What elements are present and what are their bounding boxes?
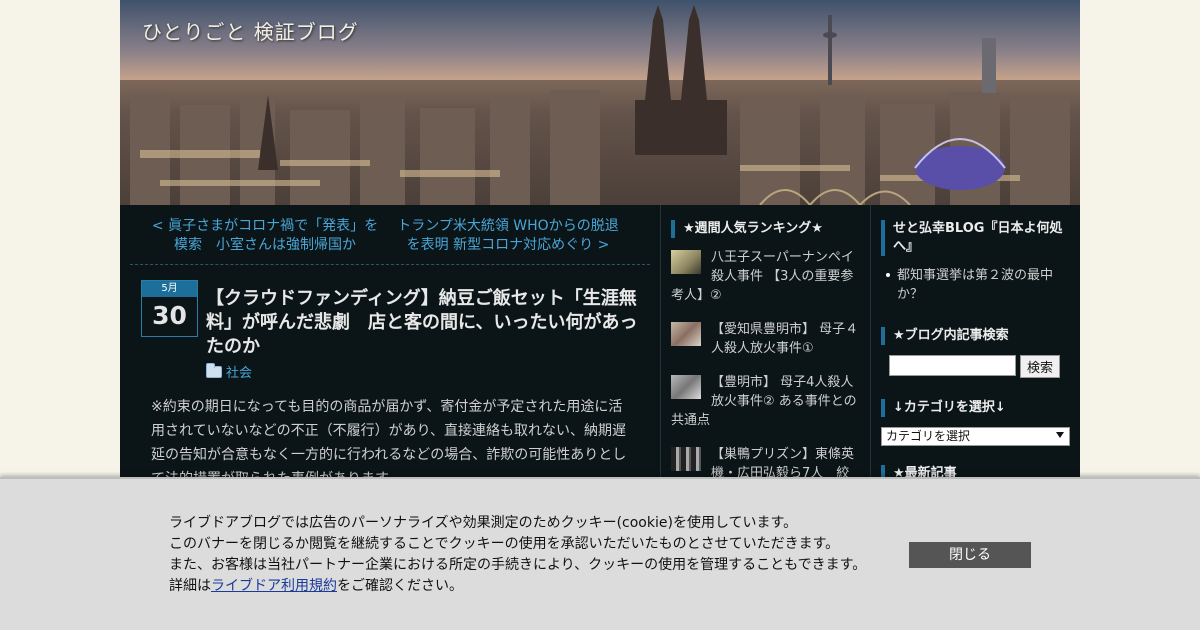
post-date-day: 30 (152, 301, 187, 330)
ranking-item[interactable]: 【愛知県豊明市】 母子４人殺人放火事件① (671, 320, 861, 358)
terms-link[interactable]: ライブドア利用規約 (211, 578, 337, 594)
search-form: 検索 (889, 355, 1061, 378)
category-select-value: カテゴリを選択 (886, 429, 971, 443)
ranking-thumbnail[interactable] (671, 250, 701, 274)
ranking-thumbnail[interactable] (671, 375, 701, 399)
post-date: 5月 30 (141, 280, 198, 337)
cookie-line: ライブドアブログでは広告のパーソナライズや効果測定のためクッキー(cookie)… (169, 515, 798, 531)
external-blog-list: 都知事選挙は第２波の最中か？ (883, 266, 1073, 304)
ranking-item[interactable]: 八王子スーパーナンペイ殺人事件 【3人の重要参考人】② (671, 248, 861, 305)
search-widget-title: ★ブログ内記事検索 (881, 327, 1071, 345)
search-input[interactable] (889, 355, 1016, 376)
cookie-banner: ライブドアブログでは広告のパーソナライズや効果測定のためクッキー(cookie)… (0, 477, 1200, 630)
post-pager: < 眞子さまがコロナ禍で「発表」を模索 小室さんは強制帰国か トランプ米大統領 … (130, 205, 650, 265)
category-widget-title: ↓カテゴリを選択↓ (881, 399, 1071, 417)
close-button[interactable]: 閉じる (909, 542, 1031, 568)
blog-title[interactable]: ひとりごと 検証ブログ (142, 16, 359, 45)
ranking-thumbnail[interactable] (671, 322, 701, 346)
post-title[interactable]: 【クラウドファンディング】納豆ご飯セット「生涯無料」が呼んだ悲劇 店と客の間に、… (206, 287, 646, 359)
post-date-month: 5月 (142, 281, 197, 297)
cookie-line: また、お客様は当社パートナー企業における所定の手続きにより、クッキーの使用を管理… (169, 557, 867, 573)
ranking-item[interactable]: 【豊明市】 母子4人殺人放火事件② ある事件との共通点 (671, 373, 861, 430)
next-post-link[interactable]: トランプ米大統領 WHOからの脱退を表明 新型コロナ対応めぐり > (393, 217, 623, 255)
search-button[interactable]: 検索 (1020, 355, 1061, 378)
category-select[interactable]: カテゴリを選択 (881, 427, 1070, 446)
post-category: 社会 (206, 362, 252, 381)
ranking-title: ★週間人気ランキング★ (671, 220, 861, 238)
ranking-thumbnail[interactable] (671, 447, 701, 471)
folder-icon (206, 362, 222, 378)
blog-header[interactable]: ひとりごと 検証ブログ (120, 0, 1080, 205)
prev-post-link[interactable]: < 眞子さまがコロナ禍で「発表」を模索 小室さんは強制帰国か (150, 217, 380, 255)
cookie-message: ライブドアブログでは広告のパーソナライズや効果測定のためクッキー(cookie)… (169, 513, 869, 597)
chevron-down-icon (1056, 432, 1064, 438)
ranking-item-label[interactable]: 【巣鴨プリズン】東條英機・広田弘毅ら7人 絞 (711, 447, 854, 481)
cookie-line: このバナーを閉じるか閲覧を継続することでクッキーの使用を承認いただいたものとさせ… (169, 536, 840, 552)
external-blog-title[interactable]: せと弘幸BLOG『日本よ何処へ』 (881, 220, 1071, 256)
cookie-line: 詳細はライブドア利用規約をご確認ください。 (169, 576, 869, 597)
ranking-item-label[interactable]: 【愛知県豊明市】 母子４人殺人放火事件① (711, 322, 858, 356)
cookie-line-suffix: をご確認ください。 (337, 578, 463, 594)
post-category-link[interactable]: 社会 (226, 362, 252, 381)
list-item[interactable]: 都知事選挙は第２波の最中か？ (883, 266, 1073, 304)
cookie-line-prefix: 詳細は (169, 578, 211, 594)
